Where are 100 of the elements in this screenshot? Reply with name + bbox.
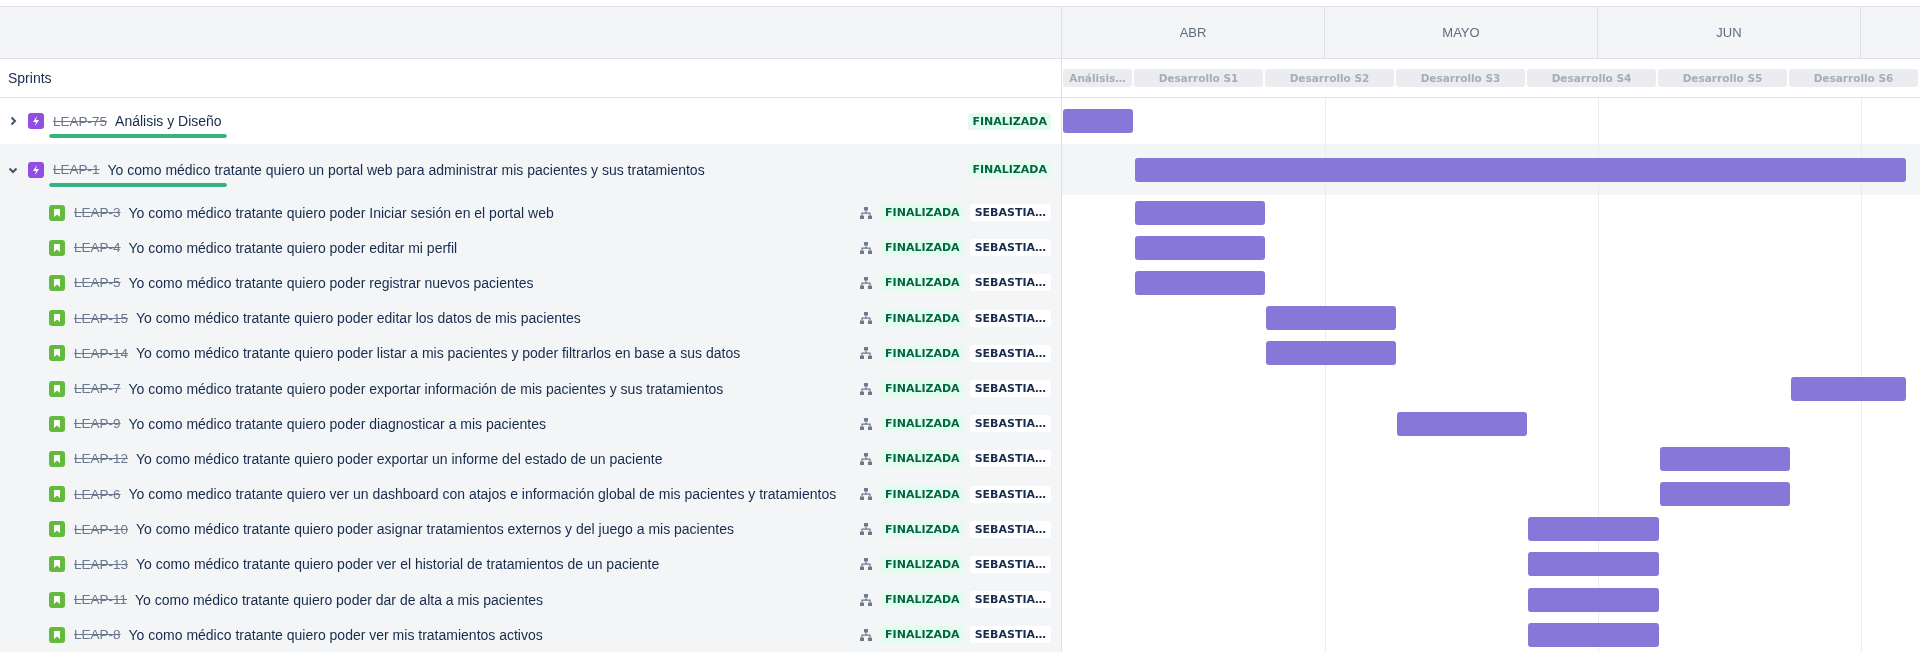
story-icon: [49, 486, 65, 503]
story-icon: [49, 310, 65, 327]
story-icon: [49, 380, 65, 397]
timeline-bar[interactable]: [1660, 446, 1790, 471]
issue-summary: Yo como médico tratante quiero poder exportar un informe del estado de un paciente: [136, 450, 664, 467]
hierarchy-icon: [859, 416, 874, 431]
assignee-label: SEBASTIA…: [969, 520, 1051, 538]
status-lozenge: FINALIZADA: [881, 380, 964, 398]
timeline-bar[interactable]: [1266, 306, 1396, 331]
issue-summary: Yo como médico tratante quiero poder dar de alta a mis pacientes: [135, 591, 545, 608]
issue-summary: Yo como médico tratante quiero poder ver el historial de tratamientos de un paciente: [136, 556, 661, 573]
epic-icon: [28, 161, 44, 178]
issue-summary: Yo como médico tratante quiero un portal web para administrar mis pacientes y sus tratamientos: [107, 161, 706, 178]
status-lozenge: FINALIZADA: [881, 520, 964, 538]
issue-key[interactable]: LEAP-10: [74, 521, 129, 537]
story-icon: [49, 556, 65, 573]
story-icon: [49, 345, 65, 362]
hierarchy-icon: [859, 205, 874, 220]
issue-key[interactable]: LEAP-11: [74, 592, 128, 608]
hierarchy-icon: [859, 627, 874, 642]
month-label: JUN: [1716, 25, 1742, 40]
issue-summary: Yo como médico tratante quiero poder registrar nuevos pacientes: [128, 274, 535, 291]
timeline-bar[interactable]: [1528, 517, 1659, 542]
timeline-bar[interactable]: [1135, 157, 1906, 182]
assignee-label: SEBASTIA…: [969, 415, 1051, 433]
hierarchy-icon: [859, 311, 874, 326]
story-icon: [49, 521, 65, 538]
hierarchy-icon: [859, 592, 874, 607]
hierarchy-icon: [859, 346, 874, 361]
issue-key[interactable]: LEAP-5: [74, 275, 121, 291]
assignee-label: SEBASTIA…: [969, 555, 1051, 573]
issue-summary: Yo como médico tratante quiero poder Iniciar sesión en el portal web: [128, 204, 555, 221]
status-lozenge: FINALIZADA: [881, 485, 964, 503]
timeline-bar[interactable]: [1135, 200, 1265, 225]
issue-key[interactable]: LEAP-13: [74, 556, 129, 572]
story-icon: [49, 591, 65, 608]
story-icon: [49, 204, 65, 221]
timeline-bar[interactable]: [1528, 587, 1659, 612]
issue-key[interactable]: LEAP-9: [74, 416, 121, 432]
timeline-bar[interactable]: [1135, 270, 1265, 295]
issue-key[interactable]: LEAP-4: [74, 240, 121, 256]
issue-key[interactable]: LEAP-15: [74, 310, 129, 326]
assignee-label: SEBASTIA…: [969, 591, 1051, 609]
sprints-label: Sprints: [8, 70, 52, 86]
status-lozenge: FINALIZADA: [881, 591, 964, 609]
issue-summary: Yo como médico tratante quiero poder editar los datos de mis pacientes: [136, 310, 582, 327]
status-lozenge: FINALIZADA: [881, 344, 964, 362]
status-lozenge: FINALIZADA: [968, 112, 1051, 130]
assignee-label: SEBASTIA…: [969, 204, 1051, 222]
issue-summary: Análisis y Diseño: [115, 113, 223, 129]
assignee-label: SEBASTIA…: [969, 626, 1051, 644]
hierarchy-icon: [859, 557, 874, 572]
story-icon: [49, 450, 65, 467]
hierarchy-icon: [859, 487, 874, 502]
issue-summary: Yo como médico tratante quiero poder exportar información de mis pacientes y sus tratamientos: [128, 380, 725, 397]
story-icon: [49, 415, 65, 432]
issue-key[interactable]: LEAP-7: [74, 381, 121, 397]
story-icon: [49, 274, 65, 291]
issue-summary: Yo como médico tratante quiero poder diagnosticar a mis pacientes: [128, 415, 547, 432]
status-lozenge: FINALIZADA: [881, 204, 964, 222]
status-lozenge: FINALIZADA: [881, 626, 964, 644]
hierarchy-icon: [859, 240, 874, 255]
hierarchy-icon: [859, 275, 874, 290]
hierarchy-icon: [859, 451, 874, 466]
status-lozenge: FINALIZADA: [881, 555, 964, 573]
issue-key[interactable]: LEAP-8: [74, 627, 121, 643]
assignee-label: SEBASTIA…: [969, 450, 1051, 468]
month-label: ABR: [1179, 25, 1207, 40]
issue-key[interactable]: LEAP-6: [74, 486, 121, 502]
status-lozenge: FINALIZADA: [881, 239, 964, 257]
issue-key[interactable]: LEAP-75: [53, 113, 108, 129]
status-lozenge: FINALIZADA: [881, 309, 964, 327]
assignee-label: SEBASTIA…: [969, 344, 1051, 362]
status-lozenge: FINALIZADA: [881, 450, 964, 468]
timeline-bar[interactable]: [1528, 622, 1659, 647]
assignee-label: SEBASTIA…: [969, 274, 1051, 292]
timeline-bar[interactable]: [1266, 341, 1396, 366]
issue-summary: Yo como médico tratante quiero poder ver mis tratamientos activos: [128, 626, 544, 643]
timeline-bar[interactable]: [1660, 482, 1790, 507]
assignee-label: SEBASTIA…: [969, 309, 1051, 327]
story-icon: [49, 626, 65, 643]
timeline-bar[interactable]: [1791, 376, 1906, 401]
timeline-bar[interactable]: [1528, 552, 1659, 577]
story-icon: [49, 239, 65, 256]
issue-summary: Yo como médico tratante quiero poder listar a mis pacientes y poder filtrarlos en base a sus datos: [136, 345, 742, 362]
hierarchy-icon: [859, 381, 874, 396]
timeline-bar[interactable]: [1397, 411, 1527, 436]
status-lozenge: FINALIZADA: [968, 161, 1051, 178]
assignee-label: SEBASTIA…: [969, 380, 1051, 398]
hierarchy-icon: [859, 522, 874, 537]
issue-key[interactable]: LEAP-3: [74, 205, 121, 221]
timeline-bar[interactable]: [1135, 235, 1265, 260]
assignee-label: SEBASTIA…: [969, 239, 1051, 257]
issue-key[interactable]: LEAP-1: [53, 162, 100, 177]
issue-key[interactable]: LEAP-12: [74, 451, 129, 467]
status-lozenge: FINALIZADA: [881, 415, 964, 433]
issue-key[interactable]: LEAP-14: [74, 345, 129, 361]
assignee-label: SEBASTIA…: [969, 485, 1051, 503]
issue-summary: Yo como médico tratante quiero poder asignar tratamientos externos y del juego a mis pacientes: [136, 521, 735, 538]
issue-summary: Yo como medico tratante quiero ver un dashboard con atajos e información global de mis pacientes y tratamientos: [128, 486, 838, 503]
